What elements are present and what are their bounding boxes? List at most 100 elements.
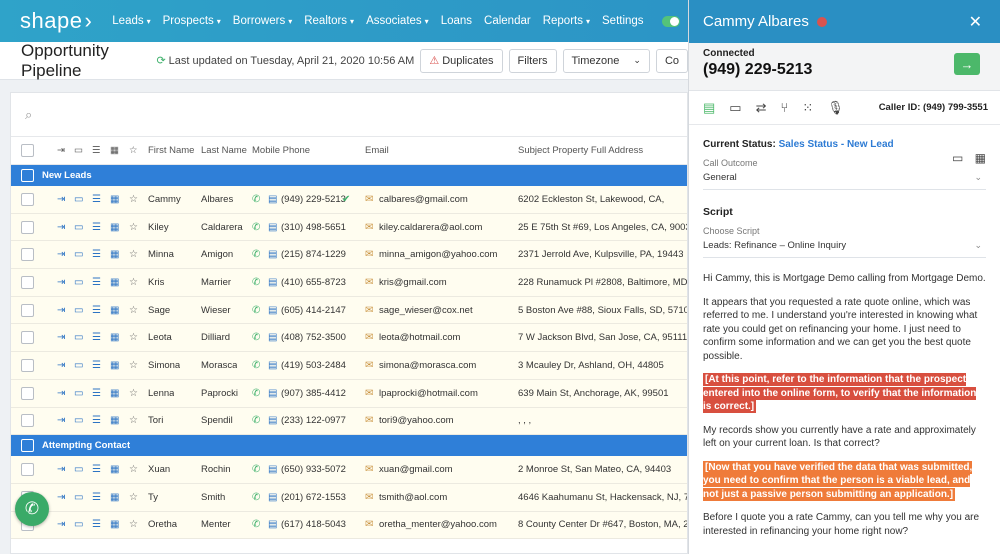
note-icon[interactable]: ▭	[74, 277, 83, 288]
mobile-phone[interactable]: (201) 672-1553	[281, 492, 346, 503]
select-all-checkbox[interactable]	[21, 144, 34, 157]
sms-icon[interactable]: ▤	[268, 360, 277, 371]
task-icon[interactable]: ☰	[92, 388, 101, 399]
timezone-select[interactable]: Timezone ⌄	[562, 48, 650, 73]
star-icon[interactable]: ☆	[129, 388, 138, 399]
note-icon[interactable]: ▭	[74, 194, 83, 205]
sms-icon[interactable]: ▤	[268, 222, 277, 233]
star-icon[interactable]: ☆	[129, 464, 138, 475]
nav-item-leads[interactable]: Leads ▾	[112, 15, 150, 27]
email[interactable]: tsmith@aol.com	[379, 492, 447, 503]
task-icon[interactable]: ☰	[92, 249, 101, 260]
logo[interactable]: shape›	[20, 8, 92, 34]
email-icon[interactable]: ✉	[365, 249, 373, 260]
task-icon[interactable]: ☰	[92, 464, 101, 475]
note-icon[interactable]: ▭	[74, 249, 83, 260]
calendar-icon[interactable]: ▦	[110, 360, 119, 371]
email-icon[interactable]: ✉	[365, 222, 373, 233]
nav-item-borrowers[interactable]: Borrowers ▾	[233, 15, 292, 27]
nav-item-calendar[interactable]: Calendar	[484, 15, 531, 27]
table-row[interactable]: ⇥ ▭ ☰ ▦ ☆ Xuan Rochin ✆ ▤ (650) 933-5072 ✉ xuan@gma…	[11, 456, 687, 484]
note-icon[interactable]: ▭	[74, 415, 83, 426]
star-icon[interactable]: ☆	[129, 415, 138, 426]
duplicates-button[interactable]: ⚠ Duplicates	[420, 48, 503, 73]
email[interactable]: minna_amigon@yahoo.com	[379, 249, 497, 260]
email[interactable]: oretha_menter@yahoo.com	[379, 519, 497, 530]
assign-icon[interactable]: ⇥	[57, 332, 65, 343]
row-checkbox[interactable]	[21, 331, 34, 345]
table-row[interactable]: ⇥ ▭ ☰ ▦ ☆ Kris Marrier ✆ ▤ (410) 655-8723 ✉ kris@gm…	[11, 269, 687, 297]
table-search[interactable]: ⌕	[11, 93, 687, 137]
col-mobile-phone[interactable]: Mobile Phone	[252, 145, 310, 156]
calendar-icon[interactable]: ▦	[110, 519, 119, 530]
phone-dialer-button[interactable]: ✆	[15, 492, 49, 526]
phone-icon[interactable]: ✆	[252, 464, 260, 475]
calendar-icon[interactable]: ▦	[975, 151, 986, 165]
table-row[interactable]: ⇥ ▭ ☰ ▦ ☆ Leota Dilliard ✆ ▤ (408) 752-3500 ✉ leota…	[11, 324, 687, 353]
calendar-icon[interactable]: ▦	[110, 194, 119, 205]
task-icon[interactable]: ☰	[92, 519, 101, 530]
email[interactable]: lpaprocki@hotmail.com	[379, 388, 478, 399]
star-icon[interactable]: ☆	[129, 222, 138, 233]
task-icon[interactable]: ☰	[92, 492, 101, 503]
note-icon[interactable]: ▭	[74, 332, 83, 343]
email[interactable]: xuan@gmail.com	[379, 464, 453, 475]
col-email[interactable]: Email	[365, 145, 389, 156]
columns-button[interactable]: Co	[655, 48, 688, 73]
mobile-phone[interactable]: (233) 122-0977	[281, 415, 346, 426]
mobile-phone[interactable]: (650) 933-5072	[281, 464, 346, 475]
email[interactable]: kris@gmail.com	[379, 277, 447, 288]
email-icon[interactable]: ✉	[365, 388, 373, 399]
note-icon[interactable]: ▭	[74, 360, 83, 371]
phone-icon[interactable]: ✆	[252, 415, 260, 426]
choose-script-select[interactable]: Leads: Refinance – Online Inquiry ⌄	[703, 240, 986, 258]
table-row[interactable]: ⇥ ▭ ☰ ▦ ☆ Simona Morasca ✆ ▤ (419) 503-2484 ✉ simon…	[11, 352, 687, 380]
email[interactable]: sage_wieser@cox.net	[379, 305, 473, 316]
mobile-phone[interactable]: (605) 414-2147	[281, 305, 346, 316]
row-checkbox[interactable]	[21, 386, 34, 400]
assign-icon[interactable]: ⇥	[57, 222, 65, 233]
table-row[interactable]: ⇥ ▭ ☰ ▦ ☆ Lenna Paprocki ✆ ▤ (907) 385-4412 ✉ lpapr…	[11, 379, 687, 408]
table-row[interactable]: ⇥ ▭ ☰ ▦ ☆ Ty Smith ✆ ▤ (201) 672-1553 ✉ tsmith@aol.…	[11, 483, 687, 512]
mobile-phone[interactable]: (410) 655-8723	[281, 277, 346, 288]
task-icon[interactable]: ☰	[92, 360, 101, 371]
email-icon[interactable]: ✉	[365, 194, 373, 205]
note-icon[interactable]: ▭	[729, 100, 741, 116]
email-icon[interactable]: ✉	[365, 415, 373, 426]
calendar-icon[interactable]: ▦	[110, 388, 119, 399]
nav-item-associates[interactable]: Associates ▾	[366, 15, 429, 27]
email-icon[interactable]: ✉	[365, 332, 373, 343]
star-icon[interactable]: ☆	[129, 519, 138, 530]
phone-icon[interactable]: ✆	[252, 519, 260, 530]
col-first-name[interactable]: First Name	[148, 145, 194, 156]
assign-icon[interactable]: ⇥	[57, 388, 65, 399]
mobile-phone[interactable]: (408) 752-3500	[281, 332, 346, 343]
group-header[interactable]: Attempting Contact	[11, 435, 687, 457]
table-row[interactable]: ⇥ ▭ ☰ ▦ ☆ Oretha Menter ✆ ▤ (617) 418-5043 ✉ oretha…	[11, 511, 687, 540]
mobile-phone[interactable]: (907) 385-4412	[281, 388, 346, 399]
email-icon[interactable]: ✉	[365, 277, 373, 288]
table-row[interactable]: ⇥ ▭ ☰ ▦ ☆ Kiley Caldarera ✆ ▤ (310) 498-5651 ✉ kile…	[11, 213, 687, 242]
star-icon[interactable]: ☆	[129, 360, 138, 371]
close-icon[interactable]: ✕	[969, 12, 982, 32]
phone-icon[interactable]: ✆	[252, 388, 260, 399]
assign-icon[interactable]: ⇥	[57, 464, 65, 475]
assign-icon[interactable]: ⇥	[57, 519, 65, 530]
email-icon[interactable]: ✉	[365, 360, 373, 371]
row-checkbox[interactable]	[21, 463, 34, 477]
col-address[interactable]: Subject Property Full Address	[518, 145, 643, 156]
table-row[interactable]: ⇥ ▭ ☰ ▦ ☆ Tori Spendil ✆ ▤ (233) 122-0977 ✉ tori9@y…	[11, 407, 687, 436]
merge-icon[interactable]: ⑂	[781, 100, 789, 115]
task-icon[interactable]: ☰	[92, 222, 101, 233]
table-row[interactable]: ⇥ ▭ ☰ ▦ ☆ Sage Wieser ✆ ▤ (605) 414-2147 ✉ sage_wie…	[11, 296, 687, 325]
nav-item-realtors[interactable]: Realtors ▾	[304, 15, 354, 27]
mobile-phone[interactable]: (949) 229-5213	[281, 194, 346, 205]
email-icon[interactable]: ✉	[365, 464, 373, 475]
transfer-icon[interactable]: ⇄	[756, 100, 767, 116]
table-row[interactable]: ⇥ ▭ ☰ ▦ ☆ Cammy Albares ✆ ▤ (949) 229-5213 ✔ ✉ calba…	[11, 186, 687, 214]
sms-icon[interactable]: ▤	[268, 249, 277, 260]
assign-icon[interactable]: ⇥	[57, 249, 65, 260]
row-checkbox[interactable]	[21, 303, 34, 317]
phone-icon[interactable]: ✆	[252, 194, 260, 205]
calendar-icon[interactable]: ▦	[110, 464, 119, 475]
